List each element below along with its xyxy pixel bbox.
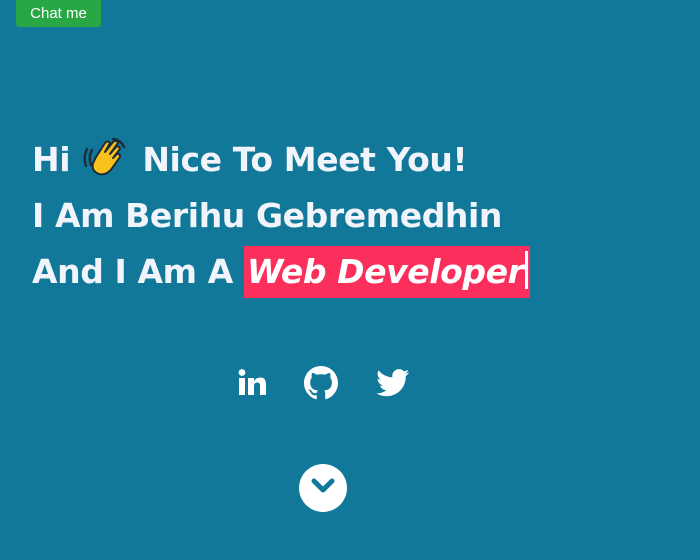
greeting-hi: Hi bbox=[32, 140, 71, 179]
twitter-link[interactable] bbox=[374, 366, 412, 404]
role-line: And I Am A Web Developer bbox=[32, 244, 531, 300]
waving-hand-icon bbox=[83, 135, 129, 196]
github-link[interactable] bbox=[302, 366, 340, 404]
role-prefix: And I Am A bbox=[32, 252, 233, 291]
scroll-down-button[interactable] bbox=[299, 464, 347, 512]
chevron-down-icon bbox=[310, 477, 336, 499]
name-line: I Am Berihu Gebremedhin bbox=[32, 196, 503, 235]
linkedin-icon bbox=[236, 368, 268, 402]
greeting-nice: Nice To Meet You! bbox=[142, 140, 468, 179]
role-text: Web Developer bbox=[246, 252, 524, 291]
greeting-line: Hi Nice To Meet You! bbox=[32, 132, 530, 188]
github-icon bbox=[304, 366, 338, 404]
hero-heading: Hi Nice To Meet You! I Am Berihu Gebreme… bbox=[32, 132, 531, 300]
chat-me-button[interactable]: Chat me bbox=[16, 0, 101, 27]
typing-caret bbox=[525, 251, 529, 289]
linkedin-link[interactable] bbox=[233, 366, 271, 404]
role-highlight: Web Developer bbox=[243, 246, 531, 298]
twitter-icon bbox=[376, 369, 410, 401]
